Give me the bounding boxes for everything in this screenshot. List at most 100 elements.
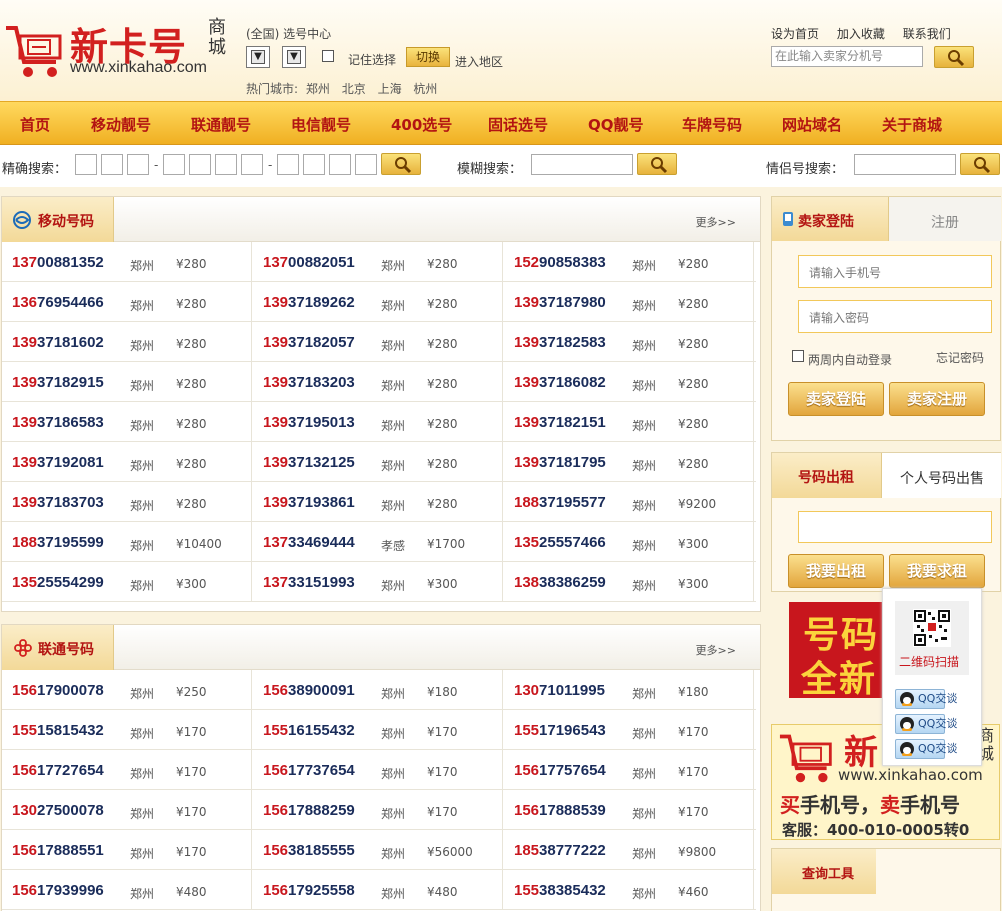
phone-number[interactable]: 13071011995	[514, 682, 605, 699]
tab-personal-sale[interactable]: 个人号码出售	[882, 453, 1001, 498]
seller-register-button[interactable]: 卖家注册	[889, 382, 985, 416]
phone-number[interactable]: 15617939996	[12, 882, 104, 899]
number-cell[interactable]: 13937182915 郑州 ¥280	[2, 362, 252, 402]
tab-rent[interactable]: 号码出租	[772, 453, 882, 498]
set-homepage-link[interactable]: 设为首页	[771, 27, 819, 41]
couple-search-input[interactable]	[854, 154, 956, 175]
add-favorite-link[interactable]: 加入收藏	[837, 27, 885, 41]
number-cell[interactable]: 15638900091 郑州 ¥180	[253, 670, 503, 710]
number-cell[interactable]: 15516155432 郑州 ¥170	[253, 710, 503, 750]
phone-number[interactable]: 13733469444	[263, 534, 355, 551]
phone-number[interactable]: 13937186583	[12, 414, 104, 431]
number-cell[interactable]: 18538777222 郑州 ¥9800	[504, 830, 754, 870]
number-cell[interactable]: 13937182583 郑州 ¥280	[504, 322, 754, 362]
number-cell[interactable]: 13937195013 郑州 ¥280	[253, 402, 503, 442]
number-cell[interactable]: 18837195599 郑州 ¥10400	[2, 522, 252, 562]
tab-tools[interactable]: 查询工具	[772, 849, 876, 894]
digit-input[interactable]	[101, 154, 123, 175]
panel-tab[interactable]: 联通号码	[2, 625, 114, 670]
nav-telecom[interactable]: 电信靓号	[291, 114, 351, 135]
more-link[interactable]: 更多>>	[696, 214, 736, 230]
number-cell[interactable]: 13937183703 郑州 ¥280	[2, 482, 252, 522]
digit-input[interactable]	[163, 154, 185, 175]
couple-search-button[interactable]	[960, 153, 1000, 175]
phone-number[interactable]: 13700881352	[12, 254, 104, 271]
phone-number[interactable]: 15638185555	[263, 842, 355, 859]
more-link[interactable]: 更多>>	[696, 642, 736, 658]
panel-tab[interactable]: 移动号码	[2, 197, 114, 242]
phone-number[interactable]: 13525557466	[514, 534, 606, 551]
number-cell[interactable]: 13027500078 郑州 ¥170	[2, 790, 252, 830]
phone-number[interactable]: 13700882051	[263, 254, 355, 271]
digit-input[interactable]	[277, 154, 299, 175]
number-cell[interactable]: 13937183203 郑州 ¥280	[253, 362, 503, 402]
nav-home[interactable]: 首页	[20, 114, 50, 135]
number-cell[interactable]: 15617925558 郑州 ¥480	[253, 870, 503, 910]
hot-city-link[interactable]: 北京	[342, 82, 366, 96]
auto-login-checkbox[interactable]	[792, 350, 804, 362]
phone-number[interactable]: 13937182151	[514, 414, 606, 431]
exact-search-button[interactable]	[381, 153, 421, 175]
number-cell[interactable]: 13937132125 郑州 ¥280	[253, 442, 503, 482]
phone-number[interactable]: 13937181602	[12, 334, 104, 351]
number-cell[interactable]: 15517196543 郑州 ¥170	[504, 710, 754, 750]
phone-number[interactable]: 13838386259	[514, 574, 606, 591]
number-cell[interactable]: 15617939996 郑州 ¥480	[2, 870, 252, 910]
phone-number[interactable]: 13937186082	[514, 374, 606, 391]
qq-chat-button[interactable]: QQ交谈	[895, 714, 957, 734]
fuzzy-search-button[interactable]	[637, 153, 677, 175]
qq-chat-button[interactable]: QQ交谈	[895, 689, 957, 709]
phone-number[interactable]: 13937193861	[263, 494, 355, 511]
digit-input[interactable]	[303, 154, 325, 175]
remember-checkbox[interactable]	[322, 50, 334, 62]
digit-input[interactable]	[75, 154, 97, 175]
number-cell[interactable]: 13700882051 郑州 ¥280	[253, 242, 503, 282]
number-cell[interactable]: 15617888551 郑州 ¥170	[2, 830, 252, 870]
digit-input[interactable]	[127, 154, 149, 175]
number-cell[interactable]: 13733469444 孝感 ¥1700	[253, 522, 503, 562]
phone-number[interactable]: 13027500078	[12, 802, 104, 819]
tab-seller-login[interactable]: 卖家登陆	[772, 197, 889, 241]
phone-number[interactable]: 15617888551	[12, 842, 104, 859]
nav-mobile[interactable]: 移动靓号	[91, 114, 151, 135]
hot-city-link[interactable]: 郑州	[306, 82, 330, 96]
forgot-password-link[interactable]: 忘记密码	[936, 349, 984, 366]
phone-number[interactable]: 13937183703	[12, 494, 104, 511]
phone-number[interactable]: 13937189262	[263, 294, 355, 311]
number-cell[interactable]: 13733151993 郑州 ¥300	[253, 562, 503, 602]
phone-number[interactable]: 13937187980	[514, 294, 606, 311]
rent-input[interactable]	[798, 511, 992, 543]
number-cell[interactable]: 13937186082 郑州 ¥280	[504, 362, 754, 402]
phone-number[interactable]: 15517196543	[514, 722, 606, 739]
hot-city-link[interactable]: 上海	[378, 82, 402, 96]
rent-out-button[interactable]: 我要出租	[788, 554, 884, 588]
phone-number[interactable]: 15617737654	[263, 762, 355, 779]
enter-region-link[interactable]: 进入地区	[455, 53, 503, 70]
phone-number[interactable]: 13937181795	[514, 454, 606, 471]
digit-input[interactable]	[355, 154, 377, 175]
city-select[interactable]: ▼	[282, 46, 306, 68]
number-cell[interactable]: 13525554299 郑州 ¥300	[2, 562, 252, 602]
number-cell[interactable]: 15617737654 郑州 ¥170	[253, 750, 503, 790]
number-cell[interactable]: 15515815432 郑州 ¥170	[2, 710, 252, 750]
nav-landline[interactable]: 固话选号	[488, 114, 548, 135]
contact-link[interactable]: 联系我们	[903, 27, 951, 41]
number-cell[interactable]: 13838386259 郑州 ¥300	[504, 562, 754, 602]
number-cell[interactable]: 13937186583 郑州 ¥280	[2, 402, 252, 442]
number-cell[interactable]: 13937189262 郑州 ¥280	[253, 282, 503, 322]
number-cell[interactable]: 15617727654 郑州 ¥170	[2, 750, 252, 790]
phone-number[interactable]: 13937192081	[12, 454, 104, 471]
number-cell[interactable]: 13525557466 郑州 ¥300	[504, 522, 754, 562]
phone-input[interactable]: 请输入手机号	[798, 255, 992, 288]
digit-input[interactable]	[189, 154, 211, 175]
nav-qq[interactable]: QQ靓号	[588, 114, 644, 135]
number-cell[interactable]: 13937182057 郑州 ¥280	[253, 322, 503, 362]
phone-number[interactable]: 15617757654	[514, 762, 606, 779]
phone-number[interactable]: 13525554299	[12, 574, 104, 591]
number-cell[interactable]: 13071011995 郑州 ¥180	[504, 670, 754, 710]
phone-number[interactable]: 18837195577	[514, 494, 606, 511]
digit-input[interactable]	[329, 154, 351, 175]
phone-number[interactable]: 15516155432	[263, 722, 355, 739]
number-cell[interactable]: 15617888259 郑州 ¥170	[253, 790, 503, 830]
number-cell[interactable]: 15617900078 郑州 ¥250	[2, 670, 252, 710]
